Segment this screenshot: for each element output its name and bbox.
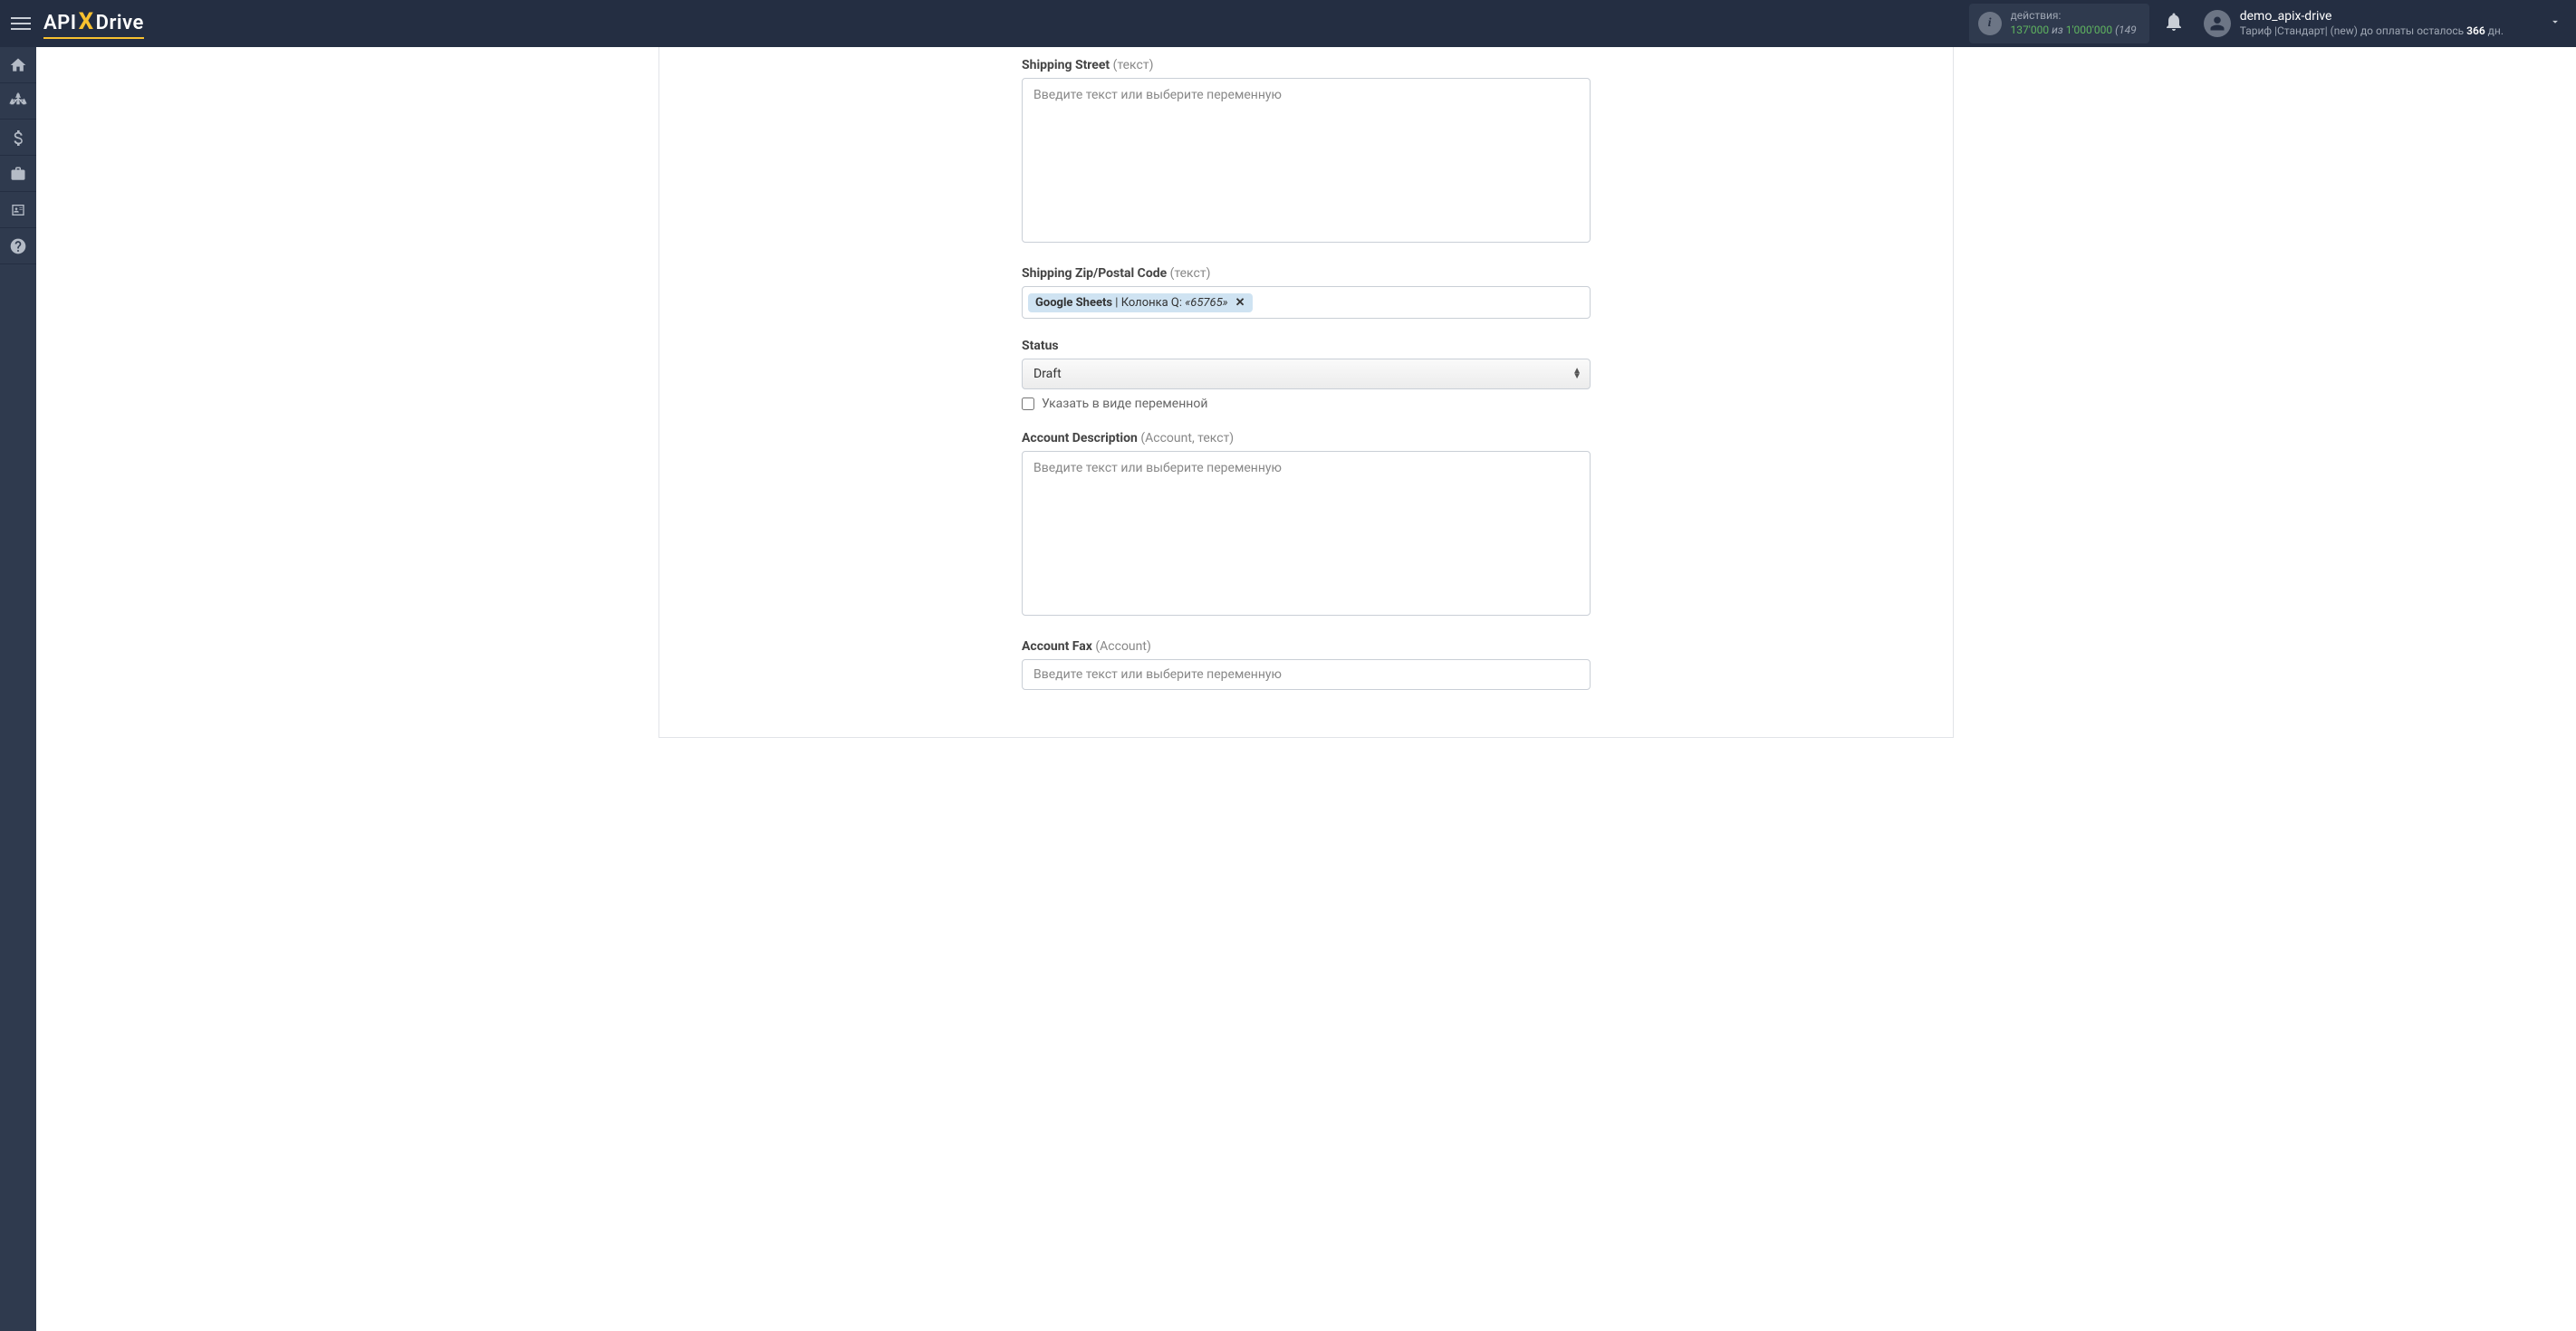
logo-text-api: API bbox=[43, 12, 77, 34]
avatar-icon bbox=[2204, 10, 2231, 37]
sidebar-item-home[interactable] bbox=[0, 47, 36, 83]
user-name: demo_apix-drive bbox=[2240, 9, 2504, 25]
chip-shipping-zip[interactable]: Google Sheets | Колонка Q: «65765» ✕ bbox=[1028, 293, 1253, 312]
field-account-fax: Account Fax (Account) bbox=[1022, 639, 1591, 690]
actions-counter[interactable]: i действия: 137'000 из 1'000'000 (149 bbox=[1969, 4, 2149, 43]
label-shipping-zip: Shipping Zip/Postal Code (текст) bbox=[1022, 266, 1591, 281]
sidebar-item-contacts[interactable] bbox=[0, 192, 36, 228]
page-content: Shipping Street (текст) Shipping Zip/Pos… bbox=[36, 47, 2576, 1331]
sidebar-item-briefcase[interactable] bbox=[0, 156, 36, 192]
checkbox-status-variable-input[interactable] bbox=[1022, 397, 1034, 410]
chip-remove-icon[interactable]: ✕ bbox=[1235, 296, 1245, 310]
field-shipping-street: Shipping Street (текст) bbox=[1022, 58, 1591, 246]
input-shipping-zip[interactable]: Google Sheets | Колонка Q: «65765» ✕ bbox=[1022, 286, 1591, 319]
label-account-description: Account Description (Account, текст) bbox=[1022, 431, 1591, 445]
actions-of: из bbox=[2052, 24, 2063, 36]
sidebar-item-connections[interactable] bbox=[0, 83, 36, 120]
input-account-description[interactable] bbox=[1022, 451, 1591, 616]
notifications-icon[interactable] bbox=[2166, 13, 2182, 34]
user-menu[interactable]: demo_apix-drive Тариф |Стандарт| (new) д… bbox=[2204, 9, 2504, 39]
checkbox-status-variable-label: Указать в виде переменной bbox=[1042, 397, 1207, 411]
actions-total: 1'000'000 bbox=[2066, 24, 2112, 36]
form-card: Shipping Street (текст) Shipping Zip/Pos… bbox=[658, 47, 1954, 738]
info-icon: i bbox=[1978, 12, 2002, 35]
checkbox-status-variable[interactable]: Указать в виде переменной bbox=[1022, 397, 1591, 411]
actions-used: 137'000 bbox=[2011, 24, 2050, 36]
field-account-description: Account Description (Account, текст) bbox=[1022, 431, 1591, 619]
label-shipping-street: Shipping Street (текст) bbox=[1022, 58, 1591, 72]
sidebar bbox=[0, 47, 36, 1331]
sidebar-item-help[interactable] bbox=[0, 228, 36, 264]
select-status[interactable]: Draft bbox=[1022, 359, 1591, 389]
input-account-fax[interactable] bbox=[1022, 659, 1591, 690]
logo-text-drive: Drive bbox=[96, 12, 144, 34]
app-header: APIXDrive i действия: 137'000 из 1'000'0… bbox=[0, 0, 2576, 47]
actions-label: действия: bbox=[2011, 9, 2137, 24]
field-shipping-zip: Shipping Zip/Postal Code (текст) Google … bbox=[1022, 266, 1591, 319]
logo[interactable]: APIXDrive bbox=[43, 8, 144, 39]
actions-pct: (149 bbox=[2115, 24, 2137, 36]
input-shipping-street[interactable] bbox=[1022, 78, 1591, 243]
sidebar-item-billing[interactable] bbox=[0, 120, 36, 156]
user-tariff: Тариф |Стандарт| (new) до оплаты осталос… bbox=[2240, 24, 2504, 38]
label-account-fax: Account Fax (Account) bbox=[1022, 639, 1591, 654]
menu-toggle-button[interactable] bbox=[11, 14, 31, 34]
chevron-down-icon[interactable] bbox=[2549, 15, 2562, 32]
label-status: Status bbox=[1022, 339, 1591, 353]
logo-text-x: X bbox=[77, 8, 96, 35]
field-status: Status Draft ▲▼ Указать в виде переменно… bbox=[1022, 339, 1591, 411]
